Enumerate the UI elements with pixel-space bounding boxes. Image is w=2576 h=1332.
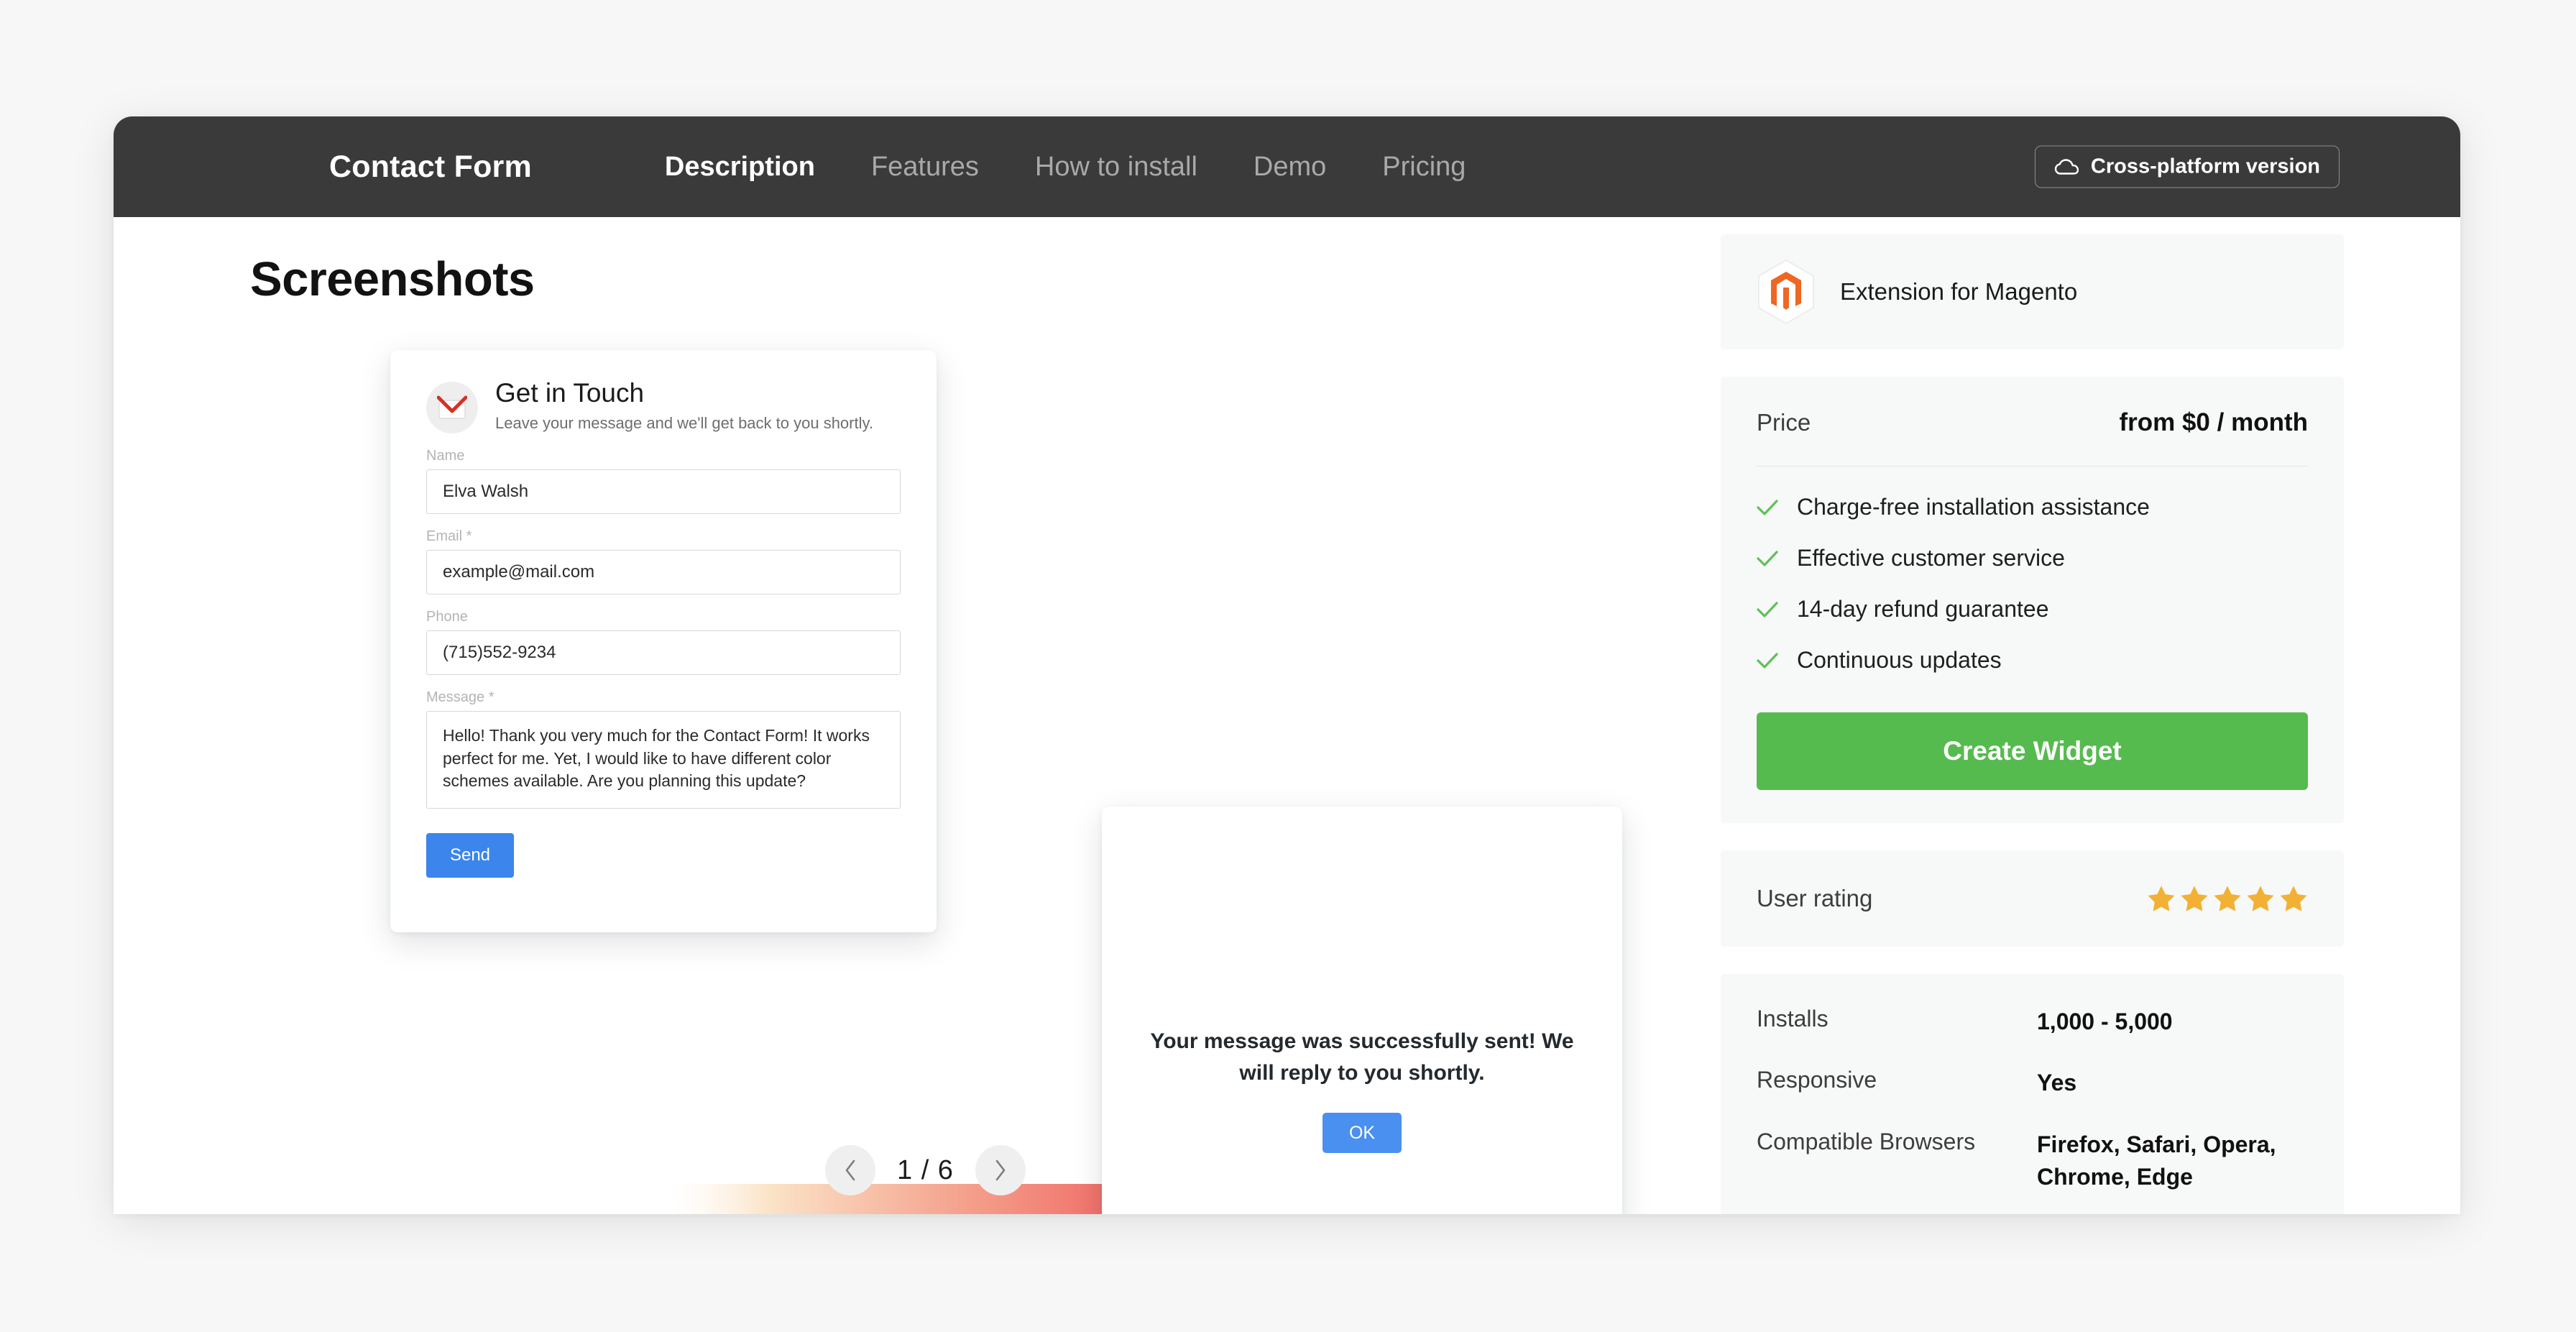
get-in-touch-title: Get in Touch: [495, 378, 645, 408]
form-field-message: Message * Hello! Thank you very much for…: [426, 689, 901, 809]
phone-label: Phone: [426, 609, 468, 625]
nav-item-pricing[interactable]: Pricing: [1382, 152, 1466, 183]
specifications-card: Installs 1,000 - 5,000 Responsive Yes Co…: [1721, 974, 2344, 1214]
get-in-touch-header: Get in Touch Leave your message and we'l…: [426, 378, 901, 433]
product-sidebar: Extension for Magento Price from $0 / mo…: [1682, 217, 2460, 1214]
brand-title: Contact Form: [329, 149, 532, 184]
nav-item-demo[interactable]: Demo: [1254, 152, 1326, 183]
spec-key: Responsive: [1757, 1067, 1877, 1093]
feature-label: Charge-free installation assistance: [1797, 494, 2150, 520]
pricing-card: Price from $0 / month Charge-free instal…: [1721, 377, 2344, 823]
phone-input[interactable]: (715)552-9234: [426, 630, 901, 675]
price-label: Price: [1757, 409, 1811, 436]
form-field-email: Email * example@mail.com: [426, 528, 901, 594]
spec-key: Installs: [1757, 1006, 1828, 1032]
main-nav: Description Features How to install Demo…: [665, 152, 1466, 183]
screenshot-gallery: Get in Touch Leave your message and we'l…: [250, 307, 1682, 1214]
user-rating-card: User rating: [1721, 850, 2344, 947]
form-field-phone: Phone (715)552-9234: [426, 609, 901, 675]
ok-button[interactable]: OK: [1322, 1113, 1402, 1153]
feature-label: 14-day refund guarantee: [1797, 596, 2049, 622]
feature-label: Effective customer service: [1797, 545, 2065, 571]
next-screenshot-button[interactable]: [975, 1145, 1026, 1195]
name-label: Name: [426, 448, 465, 464]
send-button[interactable]: Send: [426, 833, 514, 878]
check-icon: [1757, 652, 1778, 669]
star-icon: [2246, 885, 2275, 912]
star-icon: [2180, 885, 2209, 912]
star-icon: [2147, 885, 2176, 912]
feature-list: Charge-free installation assistance Effe…: [1757, 494, 2308, 674]
user-rating-label: User rating: [1757, 885, 1873, 911]
price-value: from $0 / month: [2119, 408, 2308, 436]
check-icon: [1757, 550, 1778, 567]
cross-platform-version-label: Cross-platform version: [2090, 155, 2320, 178]
email-input[interactable]: example@mail.com: [426, 550, 901, 594]
feature-item: 14-day refund guarantee: [1757, 596, 2308, 623]
nav-item-description[interactable]: Description: [665, 152, 815, 183]
star-icon: [2279, 885, 2308, 912]
screenshot-contact-form: Get in Touch Leave your message and we'l…: [390, 350, 937, 932]
nav-item-features[interactable]: Features: [871, 152, 979, 183]
gallery-pagination: 1 / 6: [825, 1145, 1026, 1195]
magento-logo-icon: [1757, 259, 1816, 325]
create-widget-button[interactable]: Create Widget: [1757, 712, 2308, 790]
success-message-text: Your message was successfully sent! We w…: [1150, 1029, 1574, 1085]
message-label: Message *: [426, 689, 494, 705]
cloud-icon: [2054, 158, 2079, 175]
feature-item: Charge-free installation assistance: [1757, 494, 2308, 520]
message-textarea[interactable]: Hello! Thank you very much for the Conta…: [426, 711, 901, 809]
spec-row: Installs 1,000 - 5,000: [1757, 1006, 2308, 1038]
page-counter: 1 / 6: [897, 1154, 954, 1185]
get-in-touch-subtitle: Leave your message and we'll get back to…: [495, 413, 873, 432]
spec-row: Compatible Browsers Firefox, Safari, Ope…: [1757, 1129, 2308, 1194]
spec-row: Responsive Yes: [1757, 1067, 2308, 1099]
nav-item-how-to-install[interactable]: How to install: [1035, 152, 1197, 183]
app-window: Contact Form Description Features How to…: [114, 116, 2460, 1214]
check-icon: [1757, 499, 1778, 516]
envelope-icon: [426, 382, 478, 433]
feature-label: Continuous updates: [1797, 647, 2002, 673]
screenshots-section: Screenshots Get in Touch Leave your mess…: [114, 217, 1682, 1214]
feature-item: Continuous updates: [1757, 647, 2308, 674]
feature-item: Effective customer service: [1757, 545, 2308, 571]
previous-screenshot-button[interactable]: [825, 1145, 875, 1195]
price-row: Price from $0 / month: [1757, 408, 2308, 467]
top-navigation-bar: Contact Form Description Features How to…: [114, 116, 2460, 217]
extension-platform-label: Extension for Magento: [1840, 278, 2078, 305]
cross-platform-version-button[interactable]: Cross-platform version: [2034, 145, 2340, 188]
spec-value: Yes: [2037, 1070, 2077, 1096]
spec-value: Firefox, Safari, Opera, Chrome, Edge: [2037, 1131, 2276, 1190]
spec-key: Compatible Browsers: [1757, 1128, 1976, 1154]
spec-value: 1,000 - 5,000: [2037, 1009, 2173, 1034]
email-label: Email *: [426, 528, 472, 544]
extension-platform-card: Extension for Magento: [1721, 234, 2344, 349]
page-body: Screenshots Get in Touch Leave your mess…: [114, 217, 2460, 1214]
star-icon: [2213, 885, 2242, 912]
name-input[interactable]: Elva Walsh: [426, 469, 901, 514]
star-rating: [2147, 885, 2308, 912]
form-field-name: Name Elva Walsh: [426, 448, 901, 514]
check-icon: [1757, 601, 1778, 618]
page-title: Screenshots: [250, 252, 535, 306]
screenshot-success-message: Your message was successfully sent! We w…: [1102, 807, 1622, 1214]
